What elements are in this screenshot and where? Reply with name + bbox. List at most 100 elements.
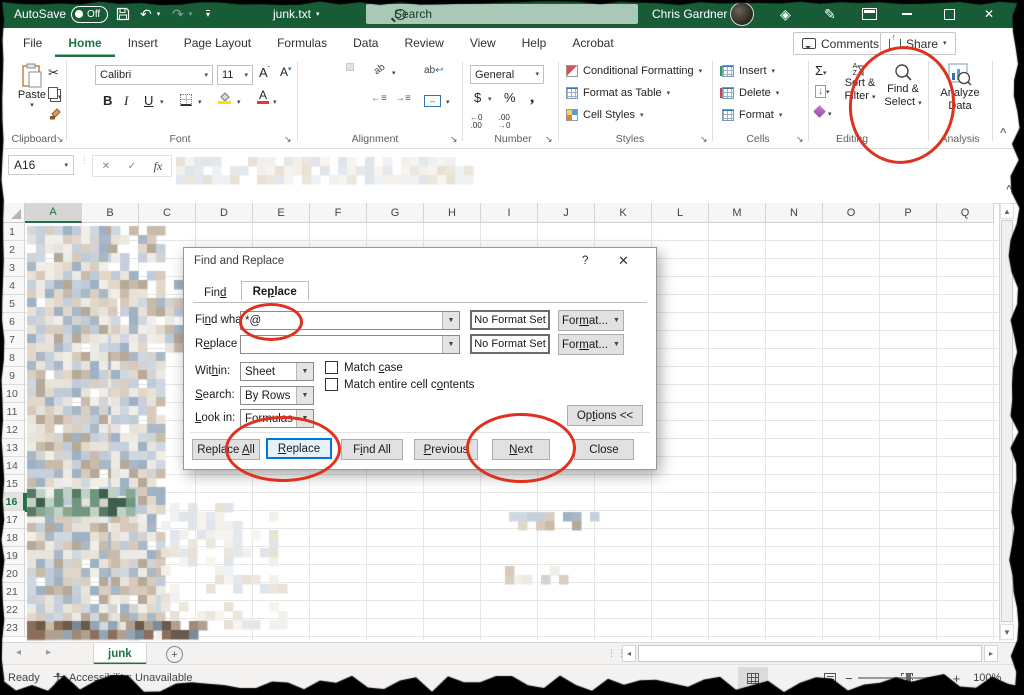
- comments-button[interactable]: Comments: [793, 32, 888, 55]
- selected-cell-A16[interactable]: [25, 493, 82, 512]
- dialog-close-icon[interactable]: ✕: [618, 253, 629, 269]
- search-input[interactable]: Search: [366, 4, 638, 24]
- row-header-3[interactable]: 3: [0, 259, 25, 277]
- account-name[interactable]: Chris Gardner: [652, 0, 727, 28]
- share-button[interactable]: Share ▾: [880, 32, 956, 55]
- font-size-select[interactable]: 11▾: [217, 65, 253, 85]
- row-header-20[interactable]: 20: [0, 565, 25, 583]
- cell-styles-button[interactable]: Cell Styles▾: [566, 109, 643, 121]
- accounting-menu-arrow[interactable]: ▾: [488, 96, 492, 103]
- cut-button[interactable]: ✂: [48, 65, 59, 81]
- row-header-7[interactable]: 7: [0, 331, 25, 349]
- match-entire-checkbox[interactable]: [325, 378, 338, 391]
- row-header-11[interactable]: 11: [0, 403, 25, 421]
- clipboard-dialog-launcher[interactable]: ↘: [56, 134, 64, 145]
- row-header-1[interactable]: 1: [0, 223, 25, 241]
- match-entire-label[interactable]: Match entire cell contents: [344, 379, 474, 391]
- vertical-scrollbar[interactable]: ▲ ▼: [999, 203, 1014, 641]
- replace-with-input[interactable]: ▼: [240, 335, 460, 354]
- scroll-left-arrow[interactable]: ◂: [622, 645, 636, 662]
- column-header-O[interactable]: O: [823, 203, 880, 223]
- number-dialog-launcher[interactable]: ↘: [545, 134, 553, 145]
- row-header-17[interactable]: 17: [0, 511, 25, 529]
- wrap-text-button[interactable]: ab↩: [424, 65, 444, 76]
- horizontal-scrollbar[interactable]: ◂ ▸: [622, 645, 998, 662]
- row-header-23[interactable]: 23: [0, 619, 25, 637]
- ribbon-display-options-button[interactable]: [862, 0, 877, 28]
- replace-button[interactable]: Replace: [266, 438, 332, 459]
- redo-button[interactable]: ↷▾: [172, 0, 192, 28]
- avatar[interactable]: [730, 0, 754, 28]
- formula-input[interactable]: [175, 155, 994, 175]
- row-header-22[interactable]: 22: [0, 601, 25, 619]
- column-header-H[interactable]: H: [424, 203, 481, 223]
- scroll-right-arrow[interactable]: ▸: [984, 645, 998, 662]
- namebox-splitter[interactable]: ⋮: [80, 158, 89, 162]
- cancel-icon[interactable]: ✕: [102, 161, 110, 172]
- increase-indent-button[interactable]: →≡: [395, 93, 411, 104]
- font-name-select[interactable]: Calibri▾: [95, 65, 213, 85]
- column-header-Q[interactable]: Q: [937, 203, 994, 223]
- premium-gem-icon[interactable]: ◈: [780, 0, 791, 28]
- close-dialog-button[interactable]: Close: [574, 439, 634, 460]
- column-header-I[interactable]: I: [481, 203, 538, 223]
- orientation-button[interactable]: ab: [372, 62, 387, 77]
- inking-pen-icon[interactable]: ✎: [824, 0, 836, 28]
- column-header-M[interactable]: M: [709, 203, 766, 223]
- tab-acrobat[interactable]: Acrobat: [559, 28, 626, 57]
- row-header-5[interactable]: 5: [0, 295, 25, 313]
- zoom-level[interactable]: 100%: [973, 672, 1001, 684]
- fill-color-button[interactable]: [218, 91, 231, 104]
- column-header-C[interactable]: C: [139, 203, 196, 223]
- previous-button[interactable]: Previous: [414, 439, 478, 460]
- zoom-slider-thumb[interactable]: [906, 673, 911, 683]
- decrease-decimal-button[interactable]: .00→0: [498, 114, 510, 130]
- italic-button[interactable]: I: [124, 93, 128, 109]
- next-sheet-arrow[interactable]: ▸: [46, 647, 51, 658]
- column-header-N[interactable]: N: [766, 203, 823, 223]
- column-header-D[interactable]: D: [196, 203, 253, 223]
- decrease-font-size-button[interactable]: A▾: [280, 65, 292, 79]
- font-color-menu-arrow[interactable]: ▾: [273, 99, 277, 106]
- row-header-19[interactable]: 19: [0, 547, 25, 565]
- insert-function-icon[interactable]: fx: [154, 159, 163, 174]
- column-header-K[interactable]: K: [595, 203, 652, 223]
- new-sheet-button[interactable]: +: [166, 646, 183, 663]
- format-painter-button[interactable]: [48, 107, 62, 123]
- row-header-18[interactable]: 18: [0, 529, 25, 547]
- row-header-6[interactable]: 6: [0, 313, 25, 331]
- find-what-input[interactable]: *@▼: [240, 311, 460, 330]
- scroll-down-arrow[interactable]: ▼: [1000, 624, 1014, 640]
- scroll-up-arrow[interactable]: ▲: [1000, 203, 1014, 219]
- save-button[interactable]: [116, 0, 130, 28]
- prev-sheet-arrow[interactable]: ◂: [16, 647, 21, 658]
- row-header-12[interactable]: 12: [0, 421, 25, 439]
- row-header-10[interactable]: 10: [0, 385, 25, 403]
- copy-button[interactable]: ▾: [48, 87, 62, 102]
- align-bottom-button[interactable]: [346, 63, 354, 71]
- row-header-14[interactable]: 14: [0, 457, 25, 475]
- increase-font-size-button[interactable]: Aˆ: [259, 65, 270, 80]
- column-header-L[interactable]: L: [652, 203, 709, 223]
- conditional-formatting-button[interactable]: Conditional Formatting▾: [566, 65, 702, 77]
- name-box[interactable]: A16▾: [8, 155, 74, 175]
- replace-format-button[interactable]: Format...▼: [558, 334, 624, 355]
- tab-data[interactable]: Data: [340, 28, 391, 57]
- number-format-select[interactable]: General▾: [470, 65, 544, 84]
- paste-button[interactable]: Paste ▾: [12, 63, 52, 109]
- comma-style-button[interactable]: ,: [530, 87, 534, 107]
- font-dialog-launcher[interactable]: ↘: [284, 134, 292, 145]
- sort-filter-button[interactable]: AZ Sort & Filter ▾: [842, 63, 878, 103]
- row-header-15[interactable]: 15: [0, 475, 25, 493]
- delete-cells-button[interactable]: Delete▾: [722, 87, 779, 99]
- select-all-corner[interactable]: [0, 203, 25, 223]
- column-header-B[interactable]: B: [82, 203, 139, 223]
- customize-quick-access-button[interactable]: ▾: [206, 0, 210, 28]
- orientation-menu-arrow[interactable]: ▾: [392, 70, 396, 77]
- autosum-button[interactable]: Σ▾: [815, 63, 827, 78]
- undo-button[interactable]: ↶▾: [140, 0, 160, 28]
- decrease-indent-button[interactable]: ←≡: [371, 93, 387, 104]
- alignment-dialog-launcher[interactable]: ↘: [450, 134, 458, 145]
- dialog-tab-replace[interactable]: Replace: [241, 281, 309, 301]
- minimize-button[interactable]: [902, 0, 912, 28]
